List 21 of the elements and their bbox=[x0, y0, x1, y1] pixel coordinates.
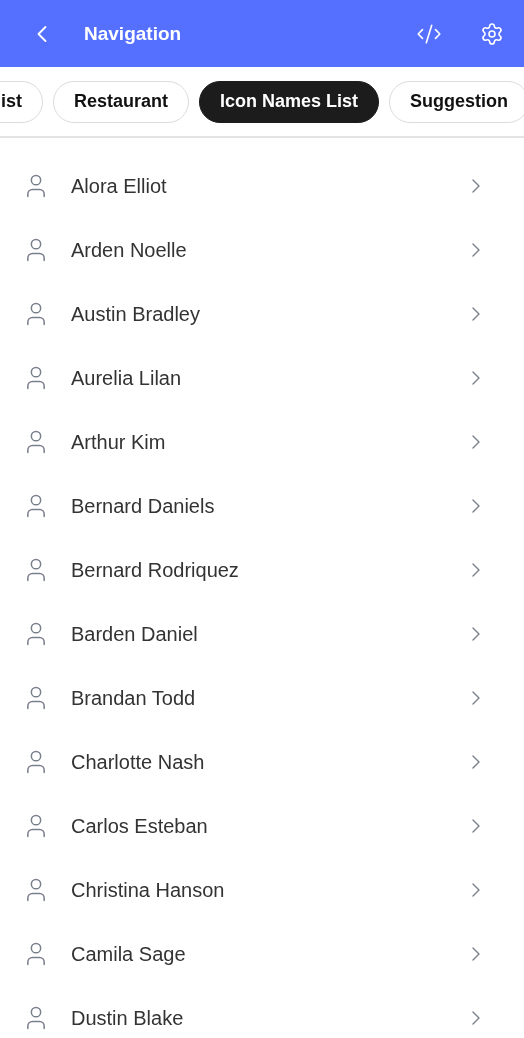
category-chip[interactable]: Icon Names List bbox=[199, 80, 380, 123]
contact-name[interactable]: Barden Daniel bbox=[71, 622, 464, 646]
contact-name[interactable]: Dustin Blake bbox=[71, 1006, 464, 1030]
page-title: Navigation bbox=[84, 22, 183, 45]
contact-name[interactable]: Christina Hanson bbox=[71, 878, 464, 902]
settings-icon bbox=[480, 21, 504, 46]
contact-name[interactable]: Alora Elliot bbox=[71, 174, 464, 198]
category-chip[interactable]: Restaurant bbox=[53, 80, 190, 123]
settings-button[interactable] bbox=[480, 21, 504, 46]
contact-name[interactable]: Carlos Esteban bbox=[71, 814, 464, 838]
category-chip[interactable]: Suggestion bbox=[389, 80, 524, 123]
contact-name[interactable]: Arden Noelle bbox=[71, 238, 464, 262]
contact-name[interactable]: Brandan Todd bbox=[71, 686, 464, 710]
contact-name[interactable]: Charlotte Nash bbox=[71, 750, 464, 774]
category-chip[interactable]: ist bbox=[0, 80, 43, 123]
contact-name[interactable]: Bernard Daniels bbox=[71, 494, 464, 518]
contact-name[interactable]: Aurelia Lilan bbox=[71, 366, 464, 390]
contact-name[interactable]: Austin Bradley bbox=[71, 302, 464, 326]
contact-name[interactable]: Bernard Rodriquez bbox=[71, 558, 464, 582]
contact-name[interactable]: Arthur Kim bbox=[71, 430, 464, 454]
contact-name[interactable]: Camila Sage bbox=[71, 942, 464, 966]
